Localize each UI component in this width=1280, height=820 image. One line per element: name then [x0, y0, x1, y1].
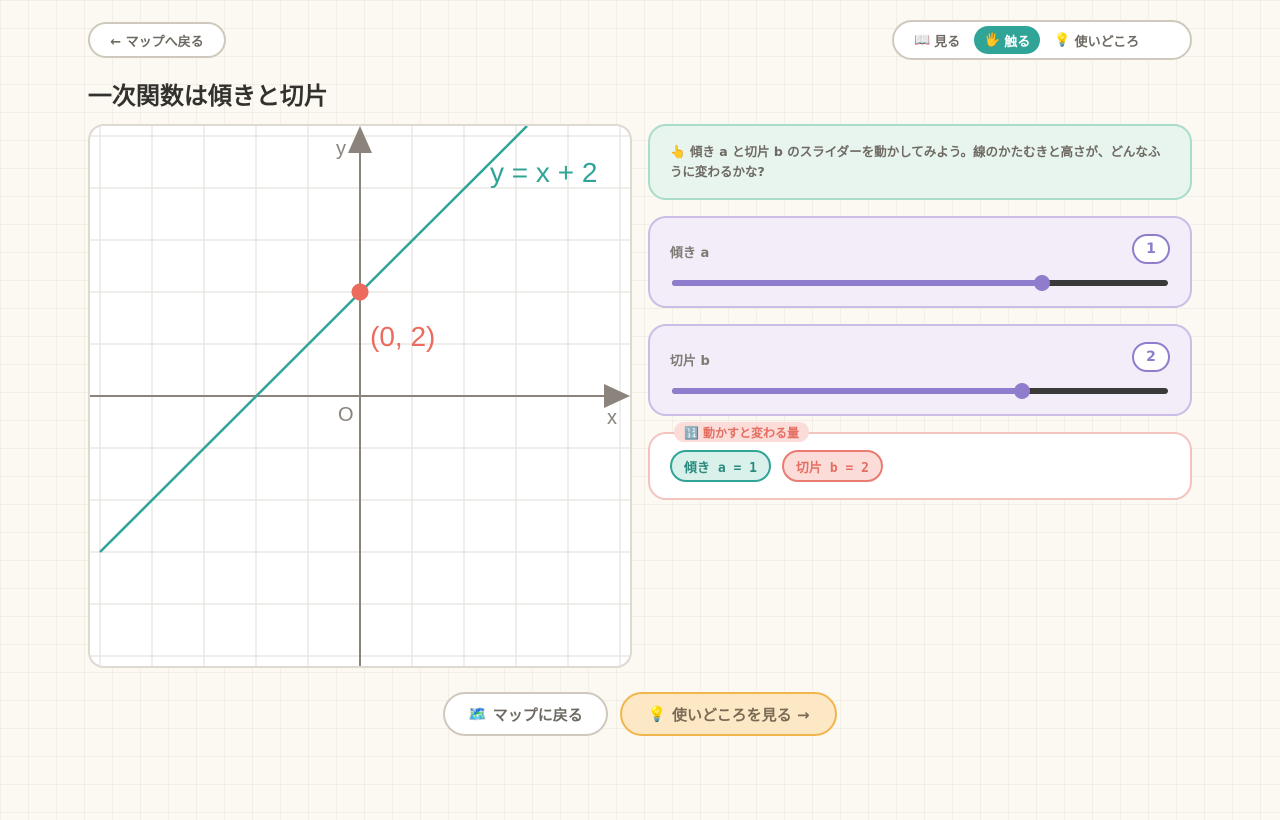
graph-card: x y O (0, 2) y = x + 2 [88, 124, 632, 668]
intercept-slider-fill [672, 388, 1022, 394]
tab-label: 触る [1004, 34, 1031, 50]
hint-text: 傾き a と切片 b のスライダーを動かしてみよう。線のかたむきと高さが、どんな… [670, 144, 1161, 179]
origin-label: O [338, 404, 354, 426]
see-uses-label: 使いどころを見る → [672, 705, 810, 724]
intercept-slider-card: 切片 b 2 [648, 324, 1192, 416]
lightbulb-icon: 💡 [647, 705, 667, 723]
slope-slider-thumb[interactable] [1033, 275, 1050, 291]
hint-card: 👆 傾き a と切片 b のスライダーを動かしてみよう。線のかたむきと高さが、ど… [648, 124, 1192, 200]
y-intercept-point[interactable] [351, 283, 369, 301]
return-to-map-button[interactable]: 🗺️ マップに戻る [443, 692, 608, 736]
function-graph[interactable]: x y O (0, 2) y = x + 2 [90, 126, 630, 666]
intercept-slider-label: 切片 b [670, 354, 710, 369]
back-to-map-button[interactable]: ← マップへ戻る [88, 22, 226, 58]
y-axis-label: y [336, 138, 346, 160]
quantities-label: 🔢 動かすと変わる量 [674, 422, 810, 442]
tab-label: 使いどころ [1074, 34, 1140, 50]
intercept-slider-thumb[interactable] [1013, 383, 1030, 399]
x-axis-arrow [604, 384, 630, 408]
tab-uses[interactable]: 💡 使いどころ [1044, 26, 1149, 54]
mode-tabs: 📖 見る 🖐 触る 💡 使いどころ [892, 20, 1192, 60]
intercept-label: (0, 2) [370, 321, 435, 352]
slope-value-badge: 1 [1132, 234, 1170, 264]
slope-chip: 傾き a = 1 [670, 450, 771, 482]
slope-slider-card: 傾き a 1 [648, 216, 1192, 308]
x-axis-label: x [607, 407, 617, 429]
pointing-hand-icon: 👆 [670, 144, 686, 159]
equation-label: y = x + 2 [490, 157, 597, 188]
hand-icon: 🖐 [984, 32, 1001, 48]
tab-look[interactable]: 📖 見る [904, 26, 970, 54]
changing-quantities-card: 🔢 動かすと変わる量 傾き a = 1 切片 b = 2 [648, 422, 1192, 500]
return-to-map-label: マップに戻る [492, 705, 583, 724]
slope-slider-fill [672, 280, 1042, 286]
slope-slider-label: 傾き a [670, 246, 710, 261]
intercept-slider-track[interactable] [672, 383, 1168, 399]
page-title: 一次関数は傾きと切片 [88, 82, 328, 110]
book-icon: 📖 [914, 32, 931, 48]
intercept-value-badge: 2 [1132, 342, 1170, 372]
function-line [99, 126, 528, 553]
intercept-chip: 切片 b = 2 [782, 450, 883, 482]
y-axis-arrow [348, 126, 372, 153]
tab-label: 見る [934, 34, 961, 50]
slope-slider-track[interactable] [672, 275, 1168, 291]
see-uses-button[interactable]: 💡 使いどころを見る → [620, 692, 837, 736]
tab-touch[interactable]: 🖐 触る [974, 26, 1041, 54]
map-icon: 🗺️ [468, 705, 487, 723]
lightbulb-icon: 💡 [1054, 32, 1071, 48]
